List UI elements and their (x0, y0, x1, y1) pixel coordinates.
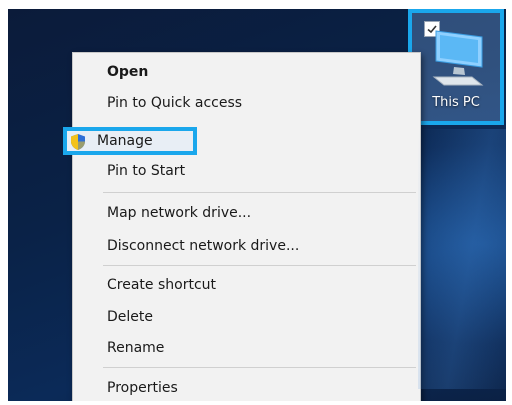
computer-icon (428, 27, 486, 93)
menu-item-disconnect-network-drive[interactable]: Disconnect network drive... (107, 233, 299, 259)
menu-item-pin-to-start[interactable]: Pin to Start (107, 158, 185, 184)
desktop: This PC Open Pin to Quick access Manage … (8, 9, 506, 401)
menu-separator (103, 265, 416, 266)
menu-item-label: Manage (97, 133, 153, 149)
desktop-icon-this-pc[interactable]: This PC (408, 9, 504, 125)
uac-shield-icon (69, 133, 87, 155)
menu-item-map-network-drive[interactable]: Map network drive... (107, 200, 251, 226)
menu-separator (103, 192, 416, 193)
menu-separator (103, 367, 416, 368)
menu-item-delete[interactable]: Delete (107, 304, 153, 330)
menu-item-rename[interactable]: Rename (107, 335, 164, 361)
menu-item-pin-to-quick-access[interactable]: Pin to Quick access (107, 90, 242, 116)
menu-item-manage[interactable]: Manage (63, 127, 197, 155)
menu-item-properties[interactable]: Properties (107, 375, 178, 401)
context-menu: Open Pin to Quick access Manage Pin to S… (63, 52, 421, 401)
desktop-icon-label: This PC (432, 95, 480, 110)
menu-item-create-shortcut[interactable]: Create shortcut (107, 272, 216, 298)
menu-item-open[interactable]: Open (107, 59, 148, 85)
